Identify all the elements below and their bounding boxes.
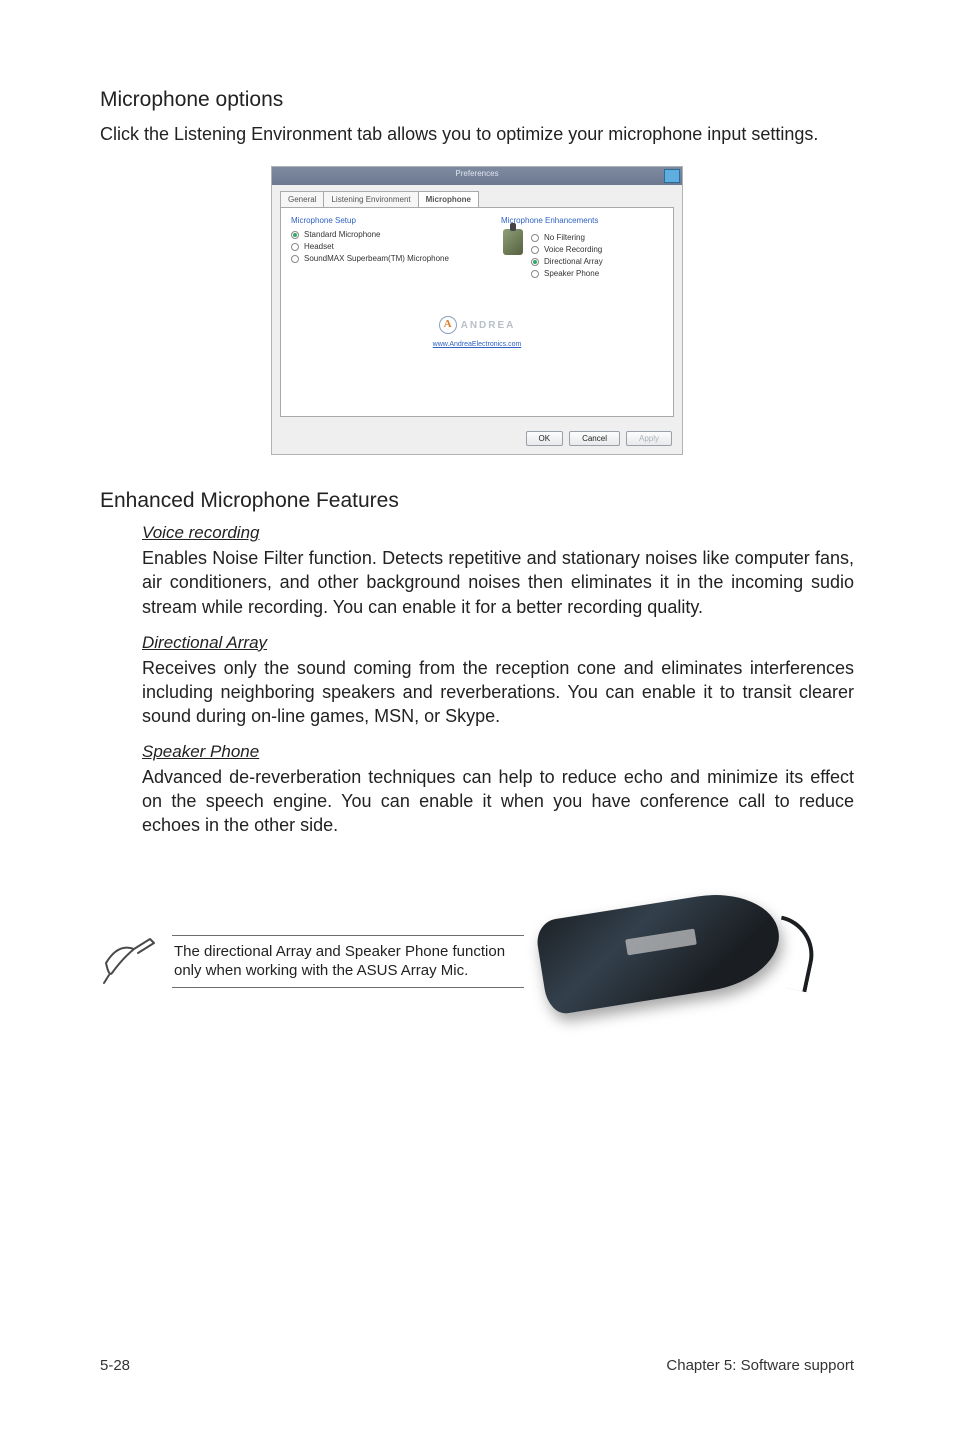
feature-body: Advanced de-reverberation techniques can… [142,765,854,837]
array-mic-photo [540,891,810,1031]
radio-standard-microphone[interactable]: Standard Microphone [291,230,481,239]
radio-speaker-phone[interactable]: Speaker Phone [531,269,661,278]
radio-label: Speaker Phone [544,269,599,278]
radio-icon [291,243,299,251]
note-text: The directional Array and Speaker Phone … [174,942,522,981]
radio-icon [531,246,539,254]
radio-label: Headset [304,242,334,251]
enhanced-microphone-features-heading: Enhanced Microphone Features [100,489,854,513]
feature-body: Receives only the sound coming from the … [142,656,854,728]
tab-microphone[interactable]: Microphone [418,191,479,207]
radio-label: Voice Recording [544,245,602,254]
apply-button[interactable]: Apply [626,431,672,446]
radio-label: Standard Microphone [304,230,381,239]
feature-speaker-phone: Speaker Phone Advanced de-reverberation … [100,742,854,837]
radio-icon [531,258,539,266]
radio-icon [291,255,299,263]
radio-directional-array[interactable]: Directional Array [531,257,661,266]
feature-title: Voice recording [142,523,854,543]
radio-voice-recording[interactable]: Voice Recording [531,245,661,254]
tab-general[interactable]: General [280,191,324,207]
radio-label: Directional Array [544,257,603,266]
microphone-options-heading: Microphone options [100,88,854,112]
dialog-tabs: General Listening Environment Microphone [272,185,682,207]
microphone-options-body: Click the Listening Environment tab allo… [100,122,854,146]
radio-icon [291,231,299,239]
feature-directional-array: Directional Array Receives only the soun… [100,633,854,728]
page-number: 5-28 [100,1357,130,1374]
cancel-button[interactable]: Cancel [569,431,620,446]
feature-body: Enables Noise Filter function. Detects r… [142,546,854,618]
feature-title: Directional Array [142,633,854,653]
andrea-url-link[interactable]: www.AndreaElectronics.com [281,341,673,348]
preferences-dialog-screenshot: Preferences General Listening Environmen… [100,166,854,455]
chapter-label: Chapter 5: Software support [666,1357,854,1374]
tab-listening-environment[interactable]: Listening Environment [323,191,418,207]
note-box: The directional Array and Speaker Phone … [172,935,524,988]
dialog-title: Preferences [455,169,498,178]
radio-superbeam-microphone[interactable]: SoundMAX Superbeam(TM) Microphone [291,254,481,263]
radio-no-filtering[interactable]: No Filtering [531,233,661,242]
page-footer: 5-28 Chapter 5: Software support [100,1357,854,1374]
ok-button[interactable]: OK [526,431,564,446]
andrea-logo-icon [439,316,457,334]
feature-title: Speaker Phone [142,742,854,762]
radio-icon [531,234,539,242]
dialog-titlebar: Preferences [272,167,682,185]
radio-icon [531,270,539,278]
andrea-logo-text: ANDREA [461,320,516,331]
mic-enhancements-header: Microphone Enhancements [501,216,661,225]
radio-headset[interactable]: Headset [291,242,481,251]
andrea-logo: ANDREA www.AndreaElectronics.com [281,316,673,347]
feature-voice-recording: Voice recording Enables Noise Filter fun… [100,523,854,618]
note-pencil-icon [100,933,156,989]
mic-setup-header: Microphone Setup [291,216,481,225]
radio-label: No Filtering [544,233,585,242]
radio-label: SoundMAX Superbeam(TM) Microphone [304,254,449,263]
